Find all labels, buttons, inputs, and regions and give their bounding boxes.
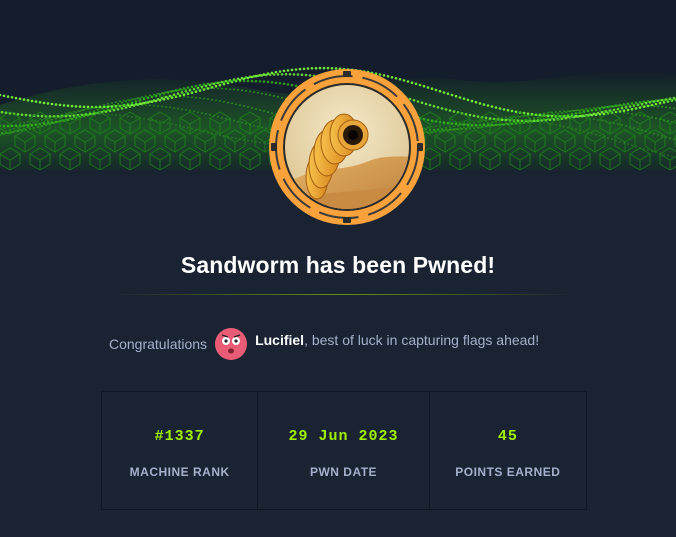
stat-machine-rank: #1337 MACHINE RANK	[102, 392, 257, 509]
machine-rank-label: MACHINE RANK	[129, 465, 230, 479]
congrats-tail: , best of luck in capturing flags ahead!	[304, 332, 540, 348]
avatar-icon[interactable]	[215, 328, 248, 360]
stat-pwn-date: 29 Jun 2023 PWN DATE	[257, 392, 428, 509]
username-link[interactable]: Lucifiel	[255, 332, 304, 348]
congrats-lead: Congratulations	[109, 336, 208, 352]
pwn-date-value: 29 Jun 2023	[288, 428, 399, 445]
pwn-date-label: PWN DATE	[309, 465, 378, 479]
stats-panel: #1337 MACHINE RANK 29 Jun 2023 PWN DATE …	[101, 391, 587, 510]
title-divider	[110, 294, 576, 295]
page-title: Sandworm has been Pwned!	[180, 252, 496, 278]
points-earned-value: 45	[497, 428, 518, 445]
pwned-card: Sandworm has been Pwned! Congratulations…	[0, 0, 676, 537]
stat-points-earned: 45 POINTS EARNED	[428, 392, 586, 509]
congrats-message: Congratulations Lucifiel , best of luck …	[109, 324, 539, 364]
points-earned-label: POINTS EARNED	[455, 465, 561, 479]
sandworm-badge-icon	[269, 69, 425, 225]
machine-rank-value: #1337	[154, 428, 205, 445]
